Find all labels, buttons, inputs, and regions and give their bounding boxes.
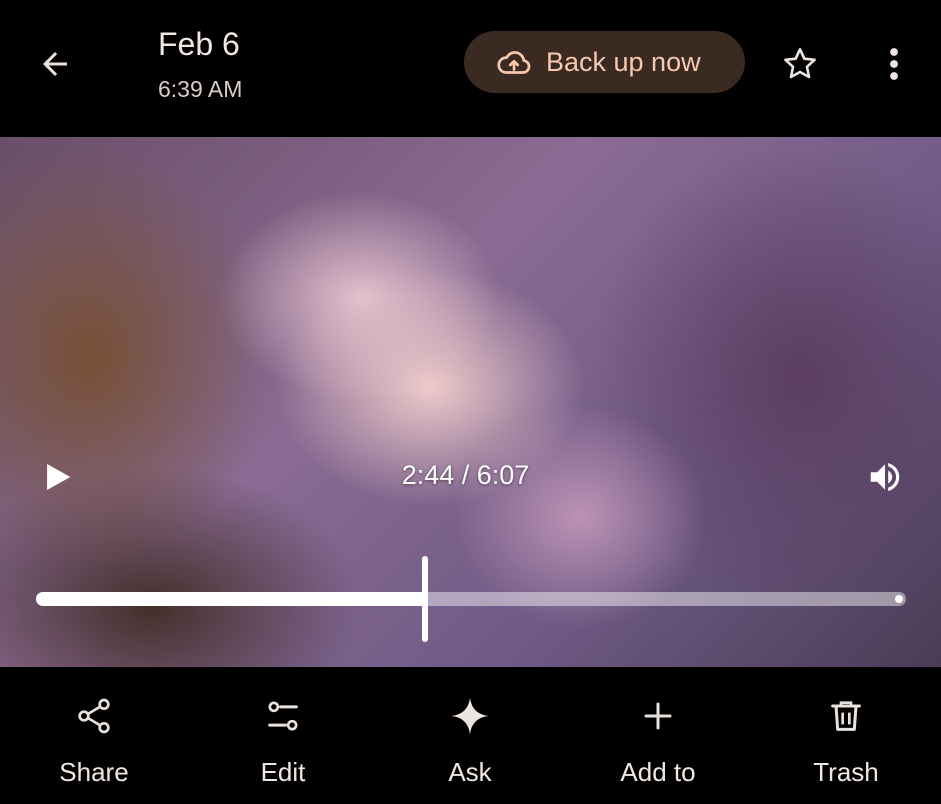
favorite-button[interactable] [776,40,824,88]
sparkle-icon [451,697,489,735]
photo-date: Feb 6 [158,26,240,62]
more-options-button[interactable] [870,40,918,88]
seek-bar-end-dot [895,595,903,603]
star-outline-icon [784,48,816,79]
playback-time: 2:44 / 6:07 [0,460,941,491]
share-button[interactable]: Share [14,667,174,804]
arrow-back-icon [43,52,67,76]
add-to-button[interactable]: Add to [578,667,738,804]
top-app-bar: Feb 6 6:39 AM Back up now [0,0,941,137]
edit-button[interactable]: Edit [203,667,363,804]
back-up-now-label: Back up now [546,46,701,77]
seek-bar[interactable] [36,556,906,642]
back-button[interactable] [30,40,80,88]
share-icon [78,698,110,734]
more-vert-icon [890,48,898,80]
tune-icon [268,701,298,731]
seek-bar-played [36,592,425,606]
bottom-action-bar: Share Edit Ask Add to Trash [0,667,941,804]
back-up-now-button[interactable]: Back up now [464,31,745,93]
trash-icon [831,701,861,731]
edit-label: Edit [260,757,306,787]
cloud-upload-icon [497,51,531,74]
playback-time-text: 2:44 / 6:07 [401,460,530,490]
ask-button[interactable]: Ask [390,667,550,804]
trash-button[interactable]: Trash [766,667,926,804]
ask-label: Ask [448,757,492,787]
seek-bar-handle[interactable] [422,556,428,642]
volume-button[interactable] [862,455,908,499]
trash-label: Trash [813,757,879,787]
add-icon [644,702,672,730]
share-label: Share [59,757,129,787]
video-frame[interactable]: 2:44 / 6:07 [0,137,941,667]
add-to-label: Add to [620,757,696,787]
photo-time: 6:39 AM [158,76,243,102]
volume-icon [870,463,900,491]
